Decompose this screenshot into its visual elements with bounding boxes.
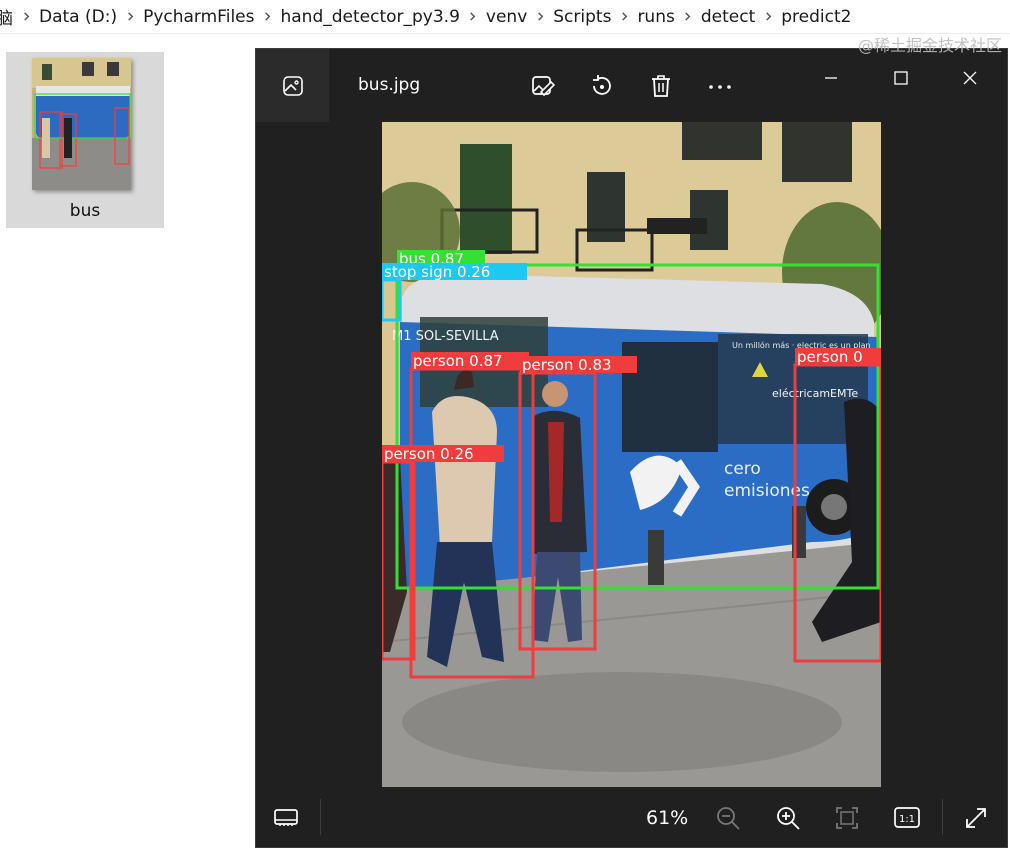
breadcrumb-item-scripts[interactable]: Scripts <box>548 7 616 27</box>
more-icon <box>709 85 731 89</box>
person-coat <box>432 396 497 547</box>
delete-icon <box>652 75 670 97</box>
balcony <box>682 122 762 160</box>
breadcrumb-item-runs[interactable]: runs <box>632 7 679 27</box>
edit-image-button[interactable] <box>526 69 560 103</box>
chevron-right-icon <box>122 12 138 21</box>
breadcrumb-item-pycharmfiles[interactable]: PycharmFiles <box>138 7 259 27</box>
bollard <box>648 530 664 585</box>
chevron-right-icon <box>760 12 776 21</box>
bus-route-text: M1 SOL-SEVILLA <box>392 329 499 344</box>
chevron-right-icon <box>616 12 632 21</box>
zoom-level: 61% <box>646 807 689 829</box>
minimize-icon <box>825 77 837 79</box>
divider <box>320 799 321 835</box>
filmstrip-button[interactable] <box>269 801 303 835</box>
fullscreen-icon <box>966 808 986 828</box>
rotate-button[interactable] <box>585 69 619 103</box>
file-thumbnail <box>32 58 131 190</box>
fit-to-window-button[interactable] <box>830 801 864 835</box>
viewer-file-title: bus.jpg <box>358 75 421 95</box>
breadcrumb: 脑 Data (D:) PycharmFiles hand_detector_p… <box>0 0 1010 34</box>
street-sign <box>647 218 707 234</box>
zoom-out-button[interactable] <box>711 801 745 835</box>
breadcrumb-item-drive[interactable]: Data (D:) <box>34 7 122 27</box>
person-shirt <box>548 422 564 522</box>
detection-label-person-1: person 0.87 <box>413 352 503 370</box>
actual-size-label: 1:1 <box>899 814 915 825</box>
maximize-button[interactable] <box>881 63 921 93</box>
maximize-icon <box>894 71 908 85</box>
fit-to-window-icon <box>836 807 858 829</box>
detection-label-person-4: person 0 <box>797 348 863 366</box>
fullscreen-button[interactable] <box>959 801 993 835</box>
rotate-icon <box>593 75 611 95</box>
person-head <box>542 381 568 407</box>
minimize-button[interactable] <box>811 63 851 93</box>
actual-size-icon: 1:1 <box>894 807 920 828</box>
detection-label-person-3: person 0.26 <box>384 445 474 463</box>
gallery-button[interactable] <box>256 49 329 122</box>
chevron-right-icon <box>465 12 481 21</box>
close-window-button[interactable] <box>950 63 990 93</box>
chevron-right-icon <box>259 12 275 21</box>
zoom-in-icon <box>777 807 800 830</box>
breadcrumb-item-detect[interactable]: detect <box>696 7 760 27</box>
photos-app-icon <box>282 75 303 96</box>
file-item-bus[interactable]: bus <box>6 52 164 228</box>
bus-wheel-hub <box>821 494 847 520</box>
breadcrumb-item-venv[interactable]: venv <box>481 7 532 27</box>
balcony <box>782 122 852 182</box>
close-icon <box>963 71 977 85</box>
more-options-button[interactable] <box>703 69 737 103</box>
edit-image-icon <box>532 76 556 97</box>
detection-label-stop-sign: stop sign 0.26 <box>384 263 490 281</box>
viewer-titlebar: bus.jpg <box>256 49 1007 123</box>
detection-photo: Un millón más · electric es un plan M1 S… <box>382 122 881 787</box>
chevron-right-icon <box>680 12 696 21</box>
zoom-in-button[interactable] <box>771 801 805 835</box>
breadcrumb-item-computer[interactable]: 脑 <box>0 4 18 29</box>
filmstrip-icon <box>274 809 298 826</box>
detection-label-person-2: person 0.83 <box>522 356 612 374</box>
breadcrumb-item-predict2[interactable]: predict2 <box>776 7 856 27</box>
bus-side-text-2: emisiones <box>724 481 810 501</box>
image-canvas[interactable]: Un millón más · electric es un plan M1 S… <box>382 122 881 787</box>
viewer-bottom-bar: 61% 1:1 <box>256 787 1007 847</box>
chevron-right-icon <box>532 12 548 21</box>
actual-size-button[interactable]: 1:1 <box>890 801 924 835</box>
shadow <box>402 672 842 772</box>
bus-side-text: cero <box>724 459 761 479</box>
building-window <box>460 144 512 254</box>
divider <box>942 799 943 835</box>
zoom-out-icon <box>717 807 740 830</box>
breadcrumb-item-project[interactable]: hand_detector_py3.9 <box>275 7 464 27</box>
delete-button[interactable] <box>644 69 678 103</box>
chevron-right-icon <box>18 12 34 21</box>
file-name-label: bus <box>69 201 101 221</box>
photo-viewer-window: bus.jpg Un millón más · electric es un p… <box>255 48 1008 848</box>
bus-brand-text: eléctricamEMTe <box>772 387 858 400</box>
